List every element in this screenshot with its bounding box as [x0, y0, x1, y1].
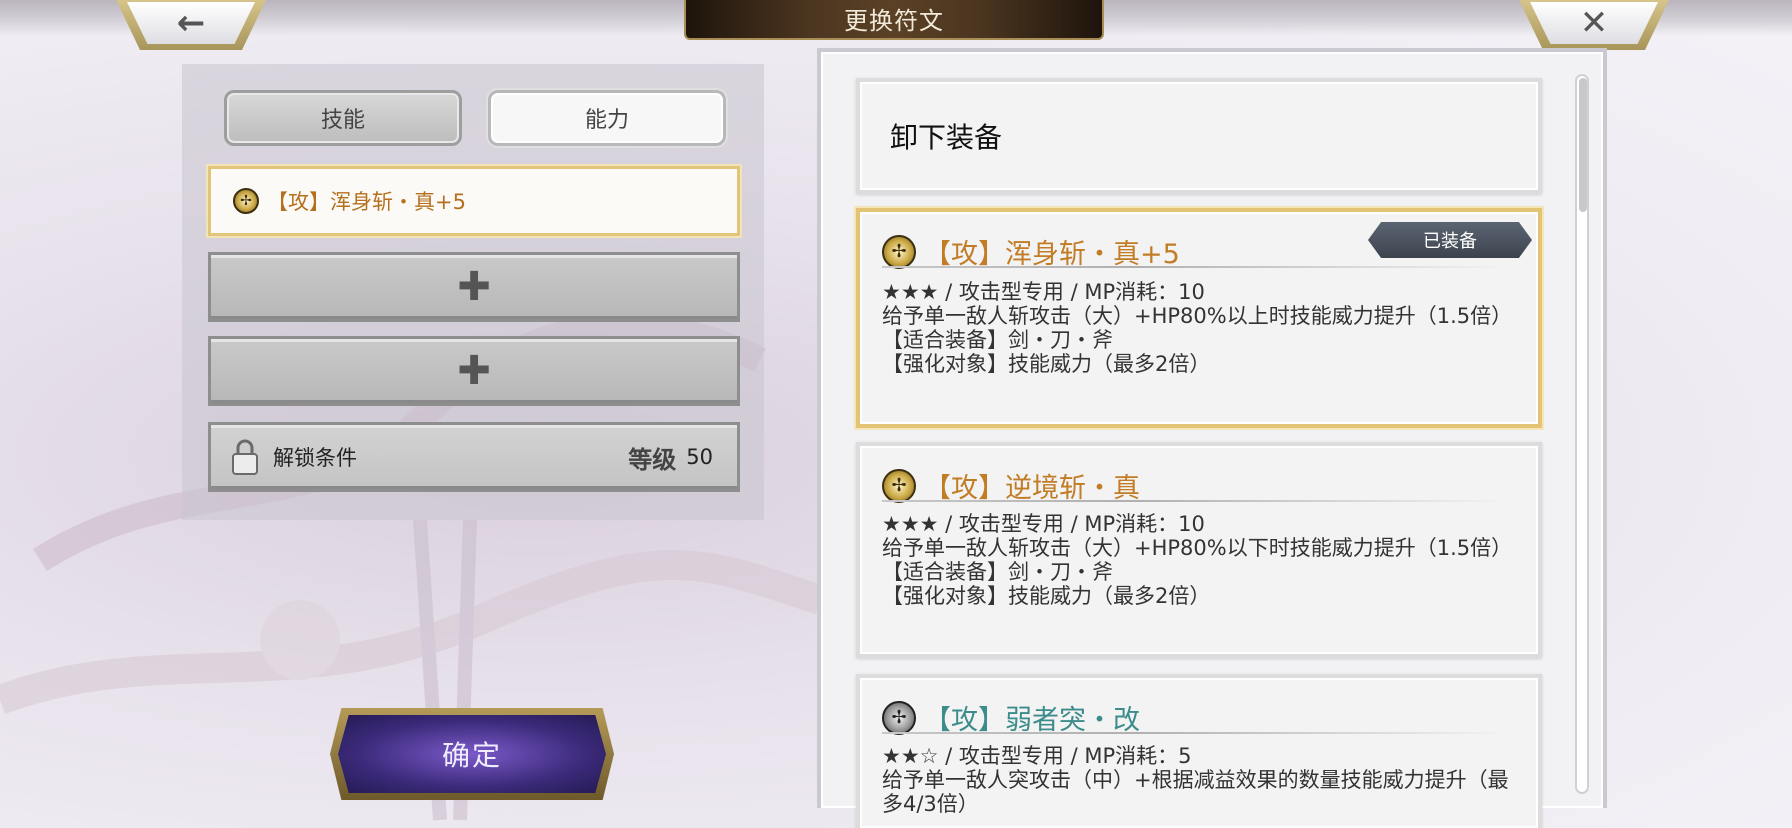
- rune-card-2[interactable]: ✢ 【攻】逆境斩・真 ★★★ / 攻击型专用 / MP消耗：10 给予单一敌人斩…: [856, 442, 1542, 658]
- confirm-button[interactable]: 确定: [330, 708, 614, 800]
- back-button[interactable]: ←: [116, 0, 266, 50]
- rune-enhance-target: 【强化对象】技能威力（最多2倍）: [882, 352, 1211, 376]
- close-button[interactable]: ✕: [1519, 0, 1669, 50]
- plus-icon: ✚: [457, 264, 491, 310]
- divider: [882, 500, 1508, 502]
- tab-skill-label: 技能: [320, 108, 365, 133]
- gold-rune-icon: ✢: [882, 468, 916, 503]
- rune-card-3[interactable]: ✢ 【攻】弱者突・改 ★★☆ / 攻击型专用 / MP消耗：5 给予单一敌人突攻…: [856, 674, 1542, 828]
- back-arrow-icon: ←: [176, 3, 206, 43]
- silver-rune-icon: ✢: [882, 700, 916, 735]
- rune-description: 给予单一敌人斩攻击（大）+HP80%以上时技能威力提升（1.5倍）: [882, 304, 1513, 328]
- unequip-label: 卸下装备: [890, 121, 1003, 154]
- rune-slot-panel: 技能 能力 ✢ 【攻】浑身斩・真+5 ✚ ✚ 解锁条件 等级 50: [182, 64, 764, 520]
- rune-meta: ★★★ / 攻击型专用 / MP消耗：10: [882, 512, 1205, 536]
- unequip-button[interactable]: 卸下装备: [856, 78, 1542, 194]
- page-title: 更换符文: [684, 0, 1104, 40]
- scrollbar-thumb[interactable]: [1579, 78, 1587, 212]
- rune-card-1[interactable]: ✢ 【攻】浑身斩・真+5 已装备 ★★★ / 攻击型专用 / MP消耗：10 给…: [856, 208, 1542, 428]
- page-title-text: 更换符文: [844, 6, 944, 35]
- rune-slot-2[interactable]: ✚: [208, 252, 740, 322]
- tab-skill[interactable]: 技能: [224, 90, 462, 146]
- rune-enhance-target: 【强化对象】技能威力（最多2倍）: [882, 584, 1211, 608]
- rune-suitable-equipment: 【适合装备】剑・刀・斧: [882, 560, 1113, 584]
- rune-slot-1[interactable]: ✢ 【攻】浑身斩・真+5: [208, 166, 740, 236]
- rune-slot-locked: 解锁条件 等级 50: [208, 422, 740, 492]
- rune-slot-label: 【攻】浑身斩・真+5: [267, 190, 466, 214]
- rune-meta: ★★☆ / 攻击型专用 / MP消耗：5: [882, 744, 1192, 768]
- level-label: 等级: [628, 445, 677, 474]
- level-value: 50: [686, 445, 713, 469]
- confirm-label: 确定: [441, 739, 502, 772]
- rune-meta: ★★★ / 攻击型专用 / MP消耗：10: [882, 280, 1205, 304]
- divider: [882, 732, 1508, 734]
- lock-icon: [232, 439, 258, 475]
- unlock-condition-label: 解锁条件: [273, 446, 357, 470]
- gold-rune-icon: ✢: [882, 234, 916, 269]
- rune-description: 给予单一敌人斩攻击（大）+HP80%以下时技能威力提升（1.5倍）: [882, 536, 1513, 560]
- equipped-badge: 已装备: [1368, 222, 1532, 258]
- close-icon: ✕: [1579, 3, 1609, 43]
- equipped-badge-label: 已装备: [1423, 231, 1477, 252]
- rune-slot-3[interactable]: ✚: [208, 336, 740, 406]
- gold-rune-icon: ✢: [233, 188, 259, 214]
- divider: [882, 266, 1508, 268]
- tab-ability-label: 能力: [584, 108, 629, 133]
- tab-ability[interactable]: 能力: [488, 90, 726, 146]
- rune-description: 给予单一敌人突攻击（中）+根据减益效果的数量技能威力提升（最多4/3倍）: [882, 768, 1509, 816]
- rune-suitable-equipment: 【适合装备】剑・刀・斧: [882, 328, 1113, 352]
- plus-icon: ✚: [457, 348, 491, 394]
